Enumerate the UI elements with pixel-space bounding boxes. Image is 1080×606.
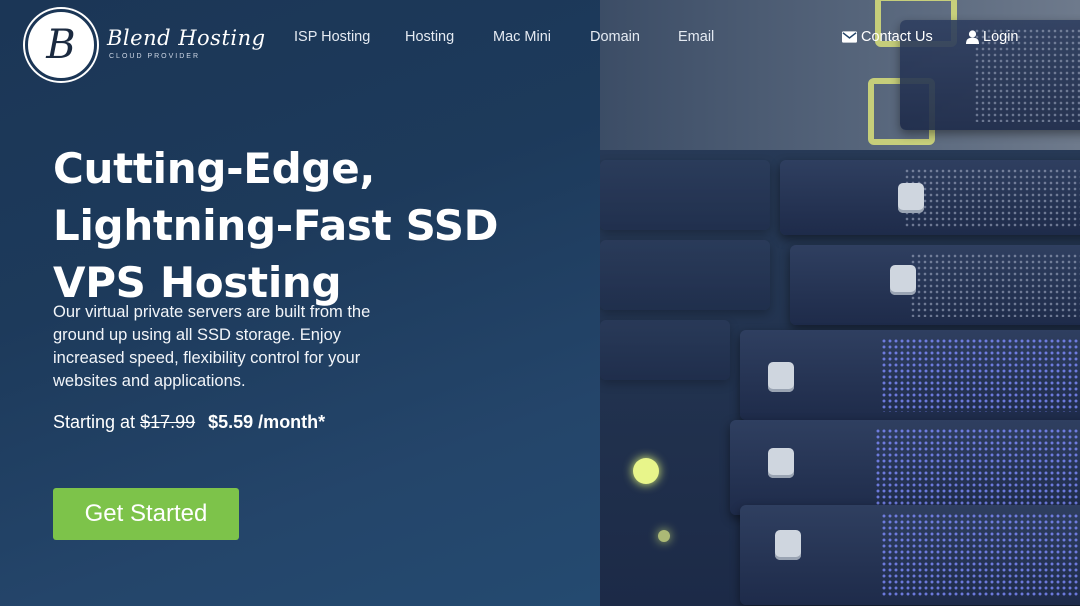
brand-name: Blend Hosting bbox=[107, 26, 266, 50]
server-unit-blurred bbox=[600, 320, 730, 380]
logo-wordmark: Blend Hosting CLOUD PROVIDER bbox=[107, 26, 266, 60]
drive-latch bbox=[768, 448, 794, 478]
nav-item-domain[interactable]: Domain bbox=[590, 29, 640, 45]
brand-logo[interactable]: B Blend Hosting CLOUD PROVIDER bbox=[25, 9, 266, 81]
server-unit bbox=[790, 245, 1080, 325]
server-unit-blurred bbox=[600, 240, 770, 310]
nav-item-isp-hosting[interactable]: ISP Hosting bbox=[294, 29, 370, 45]
drive-latch bbox=[890, 265, 916, 295]
nav-item-hosting[interactable]: Hosting bbox=[405, 29, 454, 45]
price-line: Starting at $17.99 $5.59 /month* bbox=[53, 412, 325, 433]
old-price: $17.99 bbox=[140, 412, 196, 432]
drive-latch bbox=[775, 530, 801, 560]
login-link[interactable]: Login bbox=[966, 29, 1018, 45]
logo-monogram: B bbox=[25, 9, 97, 81]
drive-latch bbox=[768, 362, 794, 392]
server-unit-blurred bbox=[600, 160, 770, 230]
status-led bbox=[633, 458, 659, 484]
get-started-button[interactable]: Get Started bbox=[53, 488, 239, 540]
server-unit bbox=[780, 160, 1080, 235]
drive-latch bbox=[898, 183, 924, 213]
contact-us-link[interactable]: Contact Us bbox=[842, 29, 933, 45]
logo-monogram-letter: B bbox=[46, 22, 76, 68]
status-led bbox=[658, 530, 670, 542]
hero-title: Cutting-Edge, Lightning-Fast SSD VPS Hos… bbox=[53, 144, 499, 307]
new-price: $5.59 /month* bbox=[208, 412, 326, 432]
contact-us-label: Contact Us bbox=[861, 29, 933, 45]
brand-tagline: CLOUD PROVIDER bbox=[109, 53, 201, 60]
login-label: Login bbox=[983, 29, 1019, 45]
price-prefix: Starting at bbox=[53, 412, 136, 432]
hero-description: Our virtual private servers are built fr… bbox=[53, 303, 371, 390]
nav-item-mac-mini[interactable]: Mac Mini bbox=[493, 29, 551, 45]
server-rack-image bbox=[600, 0, 1080, 606]
nav-item-email[interactable]: Email bbox=[678, 29, 714, 45]
envelope-icon bbox=[842, 31, 857, 43]
user-icon bbox=[966, 30, 979, 44]
